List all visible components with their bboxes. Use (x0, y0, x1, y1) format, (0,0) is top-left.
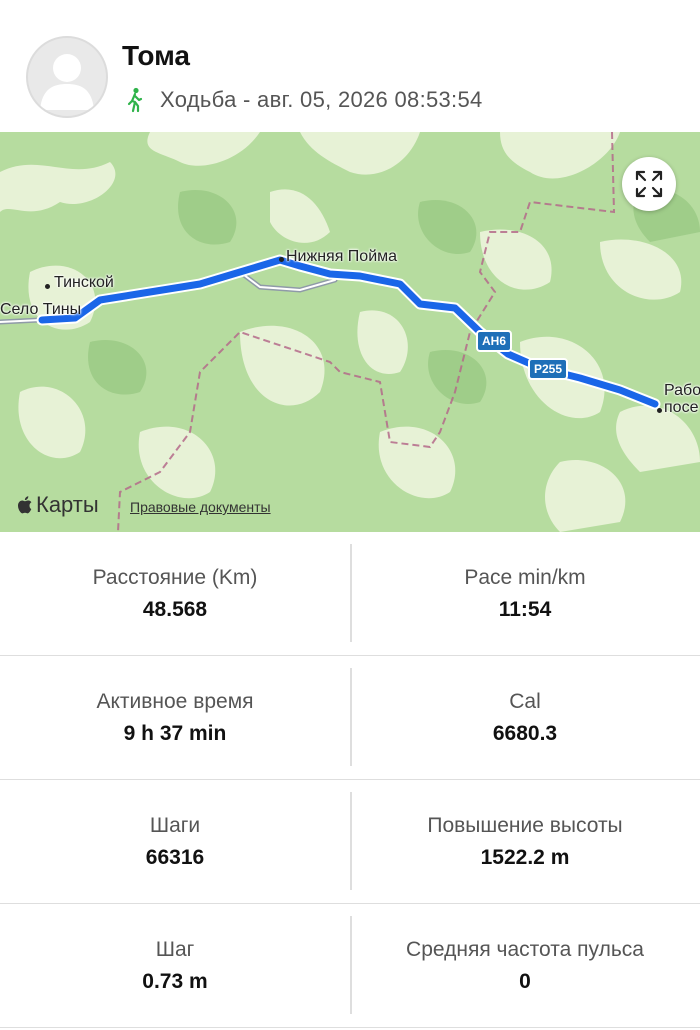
stat-row: Шаги 66316 Повышение высоты 1522.2 m (0, 780, 700, 904)
maps-brand: Карты (16, 492, 99, 518)
stat-active-time: Активное время 9 h 37 min (0, 656, 350, 780)
stat-distance: Расстояние (Km) 48.568 (0, 532, 350, 656)
place-marker (657, 408, 662, 413)
stat-value: 66316 (145, 846, 205, 869)
stat-stride: Шаг 0.73 m (0, 904, 350, 1028)
map-expand-button[interactable] (622, 157, 676, 211)
place-raboch: Рабо (664, 382, 700, 399)
stat-avg-heart-rate: Средняя частота пульса 0 (350, 904, 700, 1028)
stat-row: Активное время 9 h 37 min Cal 6680.3 (0, 656, 700, 780)
walking-icon (124, 87, 146, 113)
workout-header: Тома Ходьба - авг. 05, 2026 08:53:54 (0, 0, 700, 132)
activity-type-date: Ходьба - авг. 05, 2026 08:53:54 (160, 87, 483, 112)
workout-stats: Расстояние (Km) 48.568 Pace min/km 11:54… (0, 532, 700, 1030)
stat-pace: Pace min/km 11:54 (350, 532, 700, 656)
stat-label: Шаг (155, 938, 195, 961)
place-tinskoy: Тинской (54, 274, 114, 291)
route-map[interactable]: Тинской Село Тины Нижняя Пойма Рабо посе… (0, 132, 700, 532)
activity-line: Ходьба - авг. 05, 2026 08:53:54 (124, 86, 483, 114)
user-name: Тома (122, 40, 190, 71)
stat-value: 1522.2 m (480, 846, 570, 869)
stat-calories: Cal 6680.3 (350, 656, 700, 780)
stat-value: 0.73 m (142, 970, 208, 993)
maps-brand-label: Карты (36, 492, 99, 517)
legal-documents-link[interactable]: Правовые документы (130, 499, 271, 515)
place-marker (45, 284, 50, 289)
expand-icon (635, 170, 663, 198)
place-selo-tiny: Село Тины (0, 301, 82, 318)
stat-label: Cal (509, 690, 541, 713)
stat-steps: Шаги 66316 (0, 780, 350, 904)
stat-row: Расстояние (Km) 48.568 Pace min/km 11:54 (0, 532, 700, 656)
map-terrain (0, 132, 700, 532)
stat-row: Шаг 0.73 m Средняя частота пульса 0 (0, 904, 700, 1028)
place-posel: посе (664, 399, 699, 416)
road-badge-ah6: АН6 (476, 330, 513, 352)
stat-label: Повышение высоты (427, 814, 623, 837)
stat-value: 0 (519, 970, 531, 993)
road-badge-r255: Р255 (528, 358, 569, 380)
stat-label: Активное время (96, 690, 254, 713)
stat-label: Средняя частота пульса (406, 938, 644, 961)
stat-elevation-gain: Повышение высоты 1522.2 m (350, 780, 700, 904)
stat-value: 6680.3 (492, 722, 558, 745)
stat-value: 9 h 37 min (123, 722, 227, 745)
stat-label: Расстояние (Km) (92, 566, 258, 589)
place-nizhnyaya-poyma: Нижняя Пойма (286, 248, 398, 265)
apple-logo-icon (17, 496, 32, 514)
stat-label: Шаги (149, 814, 201, 837)
stat-value: 48.568 (142, 598, 208, 621)
stat-label: Pace min/km (464, 566, 586, 589)
stat-value: 11:54 (498, 598, 552, 621)
user-avatar-placeholder[interactable] (26, 36, 108, 118)
place-marker (279, 257, 284, 262)
